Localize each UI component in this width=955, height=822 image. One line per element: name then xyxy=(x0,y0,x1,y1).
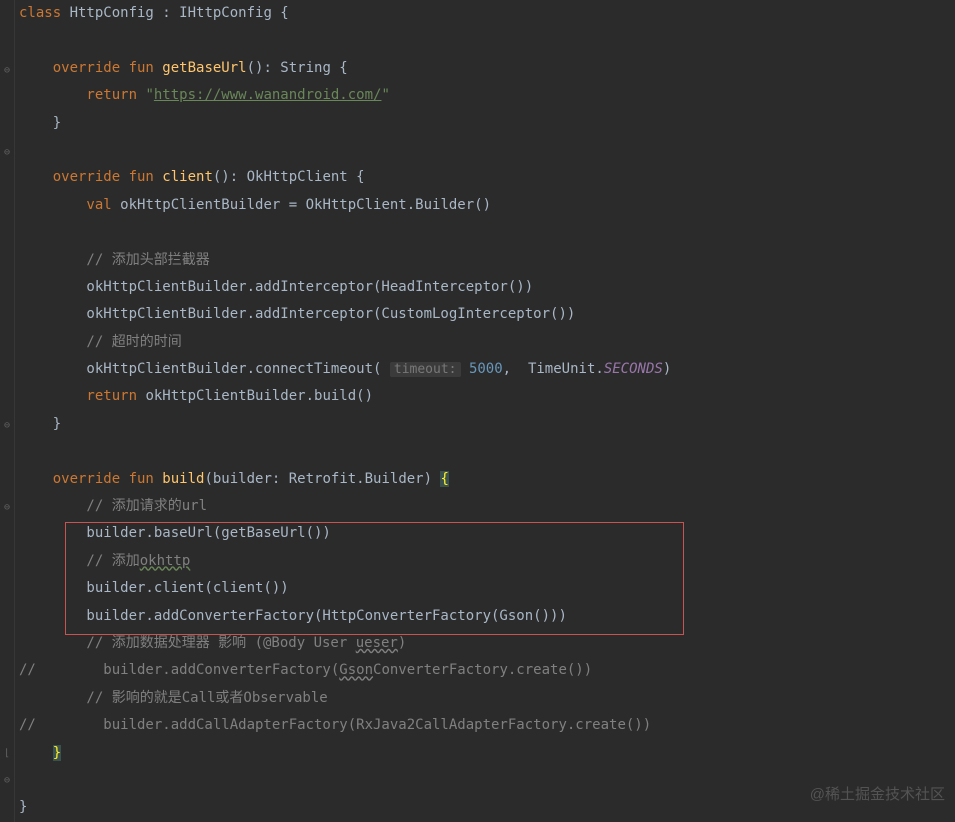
code-line[interactable] xyxy=(19,137,955,164)
code-line[interactable]: return okHttpClientBuilder.build() xyxy=(19,383,955,410)
code-line[interactable]: // 添加请求的url xyxy=(19,493,955,520)
gutter-row[interactable] xyxy=(0,303,14,330)
code-content[interactable]: class HttpConfig : IHttpConfig { overrid… xyxy=(15,0,955,822)
code-line[interactable]: } xyxy=(19,110,955,137)
gutter-row[interactable] xyxy=(0,221,14,248)
code-line[interactable]: override fun getBaseUrl(): String { xyxy=(19,55,955,82)
gutter-row[interactable] xyxy=(0,795,14,822)
gutter: ⊖ ⊖ ⊖ ⊖ ⌊ ⊖ xyxy=(0,0,15,822)
code-line[interactable]: // 添加数据处理器 影响 (@Body User ueser) xyxy=(19,630,955,657)
gutter-row[interactable] xyxy=(0,631,14,658)
code-line[interactable]: // 超时的时间 xyxy=(19,329,955,356)
gutter-row[interactable] xyxy=(0,549,14,576)
gutter-row[interactable] xyxy=(0,111,14,138)
code-line[interactable]: return "https://www.wanandroid.com/" xyxy=(19,82,955,109)
code-line[interactable] xyxy=(19,438,955,465)
gutter-row[interactable] xyxy=(0,248,14,275)
gutter-row[interactable] xyxy=(0,439,14,466)
fold-icon[interactable]: ⊖ xyxy=(0,139,14,166)
gutter-row[interactable] xyxy=(0,166,14,193)
code-line[interactable]: class HttpConfig : IHttpConfig { xyxy=(19,0,955,27)
gutter-row[interactable] xyxy=(0,193,14,220)
code-editor: ⊖ ⊖ ⊖ ⊖ ⌊ ⊖ class HttpConfig : IHttpConf… xyxy=(0,0,955,822)
code-line[interactable]: okHttpClientBuilder.connectTimeout( time… xyxy=(19,356,955,383)
gutter-row[interactable] xyxy=(0,385,14,412)
gutter-row[interactable] xyxy=(0,658,14,685)
code-line[interactable]: okHttpClientBuilder.addInterceptor(HeadI… xyxy=(19,274,955,301)
gutter-row[interactable] xyxy=(0,275,14,302)
gutter-row[interactable] xyxy=(0,84,14,111)
gutter-row[interactable] xyxy=(0,521,14,548)
gutter-row[interactable] xyxy=(0,357,14,384)
code-line[interactable] xyxy=(19,27,955,54)
fold-end-icon[interactable]: ⌊ xyxy=(0,740,14,767)
code-line[interactable]: val okHttpClientBuilder = OkHttpClient.B… xyxy=(19,192,955,219)
code-line[interactable]: okHttpClientBuilder.addInterceptor(Custo… xyxy=(19,301,955,328)
watermark-text: @稀土掘金技术社区 xyxy=(810,783,945,804)
code-line[interactable]: // 添加头部拦截器 xyxy=(19,247,955,274)
gutter-row[interactable] xyxy=(0,603,14,630)
gutter-row[interactable] xyxy=(0,29,14,56)
fold-icon[interactable]: ⊖ xyxy=(0,412,14,439)
gutter-row[interactable] xyxy=(0,576,14,603)
parameter-hint: timeout: xyxy=(390,362,461,377)
code-line[interactable]: builder.baseUrl(getBaseUrl()) xyxy=(19,520,955,547)
code-line[interactable]: // 添加okhttp xyxy=(19,548,955,575)
bracket-match: } xyxy=(53,745,61,761)
fold-icon[interactable]: ⊖ xyxy=(0,494,14,521)
code-line[interactable]: // 影响的就是Call或者Observable xyxy=(19,685,955,712)
code-line[interactable]: // builder.addCallAdapterFactory(RxJava2… xyxy=(19,712,955,739)
gutter-row[interactable] xyxy=(0,685,14,712)
code-line[interactable]: builder.client(client()) xyxy=(19,575,955,602)
fold-icon[interactable]: ⊖ xyxy=(0,767,14,794)
gutter-row[interactable] xyxy=(0,330,14,357)
gutter-row[interactable] xyxy=(0,2,14,29)
code-line[interactable] xyxy=(19,219,955,246)
code-line[interactable]: override fun build(builder: Retrofit.Bui… xyxy=(19,466,955,493)
bracket-match: { xyxy=(440,471,448,487)
fold-icon[interactable]: ⊖ xyxy=(0,57,14,84)
code-line[interactable]: } xyxy=(19,411,955,438)
code-line[interactable]: } xyxy=(19,740,955,767)
code-line[interactable]: // builder.addConverterFactory(GsonConve… xyxy=(19,657,955,684)
code-line[interactable]: builder.addConverterFactory(HttpConverte… xyxy=(19,603,955,630)
gutter-row[interactable] xyxy=(0,713,14,740)
code-line[interactable]: override fun client(): OkHttpClient { xyxy=(19,164,955,191)
gutter-row[interactable] xyxy=(0,467,14,494)
